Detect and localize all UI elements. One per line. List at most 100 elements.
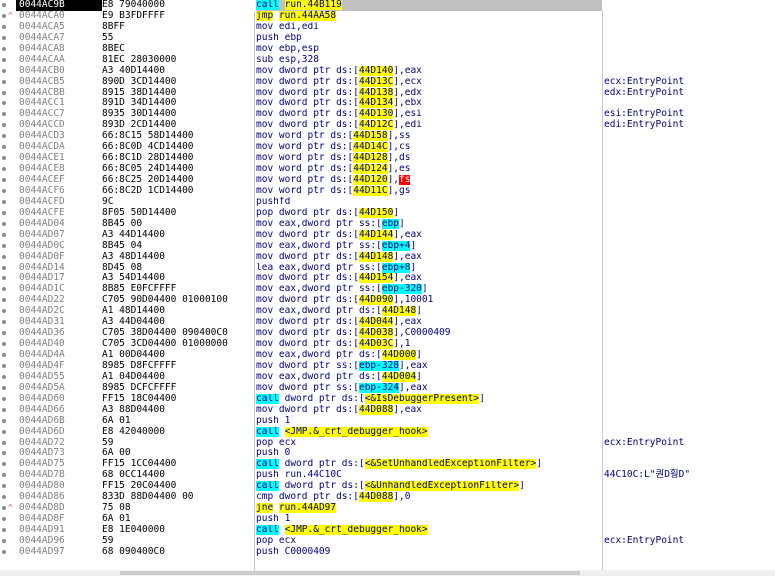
disassembly-cell[interactable]: mov edi,edi [256,22,602,33]
disassembly-cell[interactable]: mov dword ptr ds:[44D144],eax [256,229,602,241]
instruction-row[interactable]: 0044ACD3 66:8C15 58D14400 mov word ptr ds:… [0,130,775,143]
operand-highlight[interactable]: 44D134 [358,98,394,109]
breakpoint-gutter[interactable] [0,284,16,296]
horizontal-scrollbar[interactable] [0,570,775,576]
breakpoint-gutter[interactable] [0,339,16,350]
instruction-row[interactable]: 0044ACFE 8F05 50D14400 pop dword ptr ds:[4… [0,207,775,219]
disassembly-cell[interactable]: call dword ptr ds:[<&UnhandledExceptionF… [256,481,602,492]
breakpoint-gutter[interactable] [0,54,16,66]
instruction-row[interactable]: 0044AD1C 8B85 E0FCFFFF mov eax,dword ptr s… [0,283,775,296]
breakpoint-gutter[interactable] [0,350,16,361]
disassembly-cell[interactable]: push 0 [256,448,602,459]
operand-highlight[interactable]: 44D13C [358,76,394,87]
breakpoint-gutter[interactable] [0,142,16,154]
instruction-row[interactable]: 0044AD72 59 pop ecx ecx:EntryPoint [0,437,775,449]
instruction-row[interactable]: 0044AD2C A1 48D14400 mov eax,dword ptr ds:… [0,305,775,318]
disassembly-cell[interactable]: mov dword ptr ds:[44D03C],1 [256,339,602,350]
operand-target[interactable]: run.44B119 [284,0,342,10]
instruction-row[interactable]: 0044AD0C 8B45 04 mov eax,dword ptr ss:[ebp… [0,240,775,252]
breakpoint-gutter[interactable] [0,109,16,121]
instruction-row[interactable]: 0044ACAA 81EC 28030000 sub esp,328 [0,54,775,66]
operand-highlight[interactable]: 44D138 [358,87,394,98]
operand-highlight[interactable]: 44D088 [358,492,394,503]
instruction-row[interactable]: 0044AD40 C705 3CD04400 01000000 mov dword … [0,338,775,350]
breakpoint-gutter[interactable] [0,295,16,307]
instruction-row[interactable]: 0044ACA8 8BEC mov ebp,esp [0,43,775,55]
instruction-row[interactable]: 0044ACB5 890D 3CD14400 mov dword ptr ds:[4… [0,76,775,88]
breakpoint-gutter[interactable]: ^ [0,10,16,22]
operand-highlight[interactable]: 44D124 [353,164,388,175]
address-cell[interactable]: 0044AD6D [16,426,102,438]
breakpoint-gutter[interactable] [0,229,16,241]
instruction-row[interactable]: 0044AD6D E8 42040000 call <JMP.&_crt_debug… [0,426,775,438]
disassembly-cell[interactable]: mov dword ptr ds:[44D044],eax [256,317,602,328]
breakpoint-gutter[interactable] [0,360,16,372]
disassembly-cell[interactable]: cmp dword ptr ds:[44D088],0 [256,492,602,503]
breakpoint-gutter[interactable] [0,21,16,33]
breakpoint-gutter[interactable] [0,382,16,394]
breakpoint-gutter[interactable] [0,535,16,547]
disassembly-cell[interactable]: call run.44B119 [256,0,602,11]
breakpoint-gutter[interactable] [0,317,16,329]
operand-highlight[interactable]: 44D120 [353,175,388,185]
instruction-row[interactable]: 0044AD4A A1 00D04400 mov eax,dword ptr ds:… [0,349,775,361]
breakpoint-gutter[interactable] [0,131,16,143]
operand-highlight[interactable]: ebp-328 [358,360,400,371]
operand-highlight[interactable]: ebp+8 [381,262,411,273]
operand-highlight[interactable]: ebp-324 [358,382,400,393]
disassembly-cell[interactable]: mov word ptr ds:[44D158],ss [256,131,602,142]
breakpoint-gutter[interactable] [0,393,16,405]
operand-highlight[interactable]: 44D150 [358,207,394,218]
breakpoint-gutter[interactable] [0,514,16,525]
disassembly-cell[interactable]: lea eax,dword ptr ss:[ebp+8] [256,262,602,274]
address-cell[interactable]: 0044AD6B [16,415,102,427]
breakpoint-gutter[interactable] [0,448,16,460]
disassembly-cell[interactable]: push 1 [256,514,602,525]
breakpoint-gutter[interactable] [0,415,16,427]
breakpoint-gutter[interactable] [0,273,16,285]
disassembly-cell[interactable]: mov dword ptr ds:[44D154],eax [256,273,602,284]
operand-highlight[interactable]: 44D000 [381,350,417,360]
operand-highlight[interactable]: ebp+4 [381,240,411,251]
operand-highlight[interactable]: <&SetUnhandledExceptionFilter> [364,459,537,470]
instruction-row[interactable]: 0044ACE8 66:8C05 24D14400 mov word ptr ds:… [0,163,775,175]
operand-highlight[interactable]: 44D148 [381,306,417,317]
disassembly-cell[interactable]: mov dword ptr ds:[44D134],ebx [256,98,602,109]
disassembly-cell[interactable]: pushfd [256,197,602,208]
breakpoint-gutter[interactable] [0,164,16,175]
address-cell[interactable]: 0044AD66 [16,404,102,416]
breakpoint-gutter[interactable] [0,185,16,197]
disassembly-cell[interactable]: call dword ptr ds:[<&SetUnhandledExcepti… [256,459,602,470]
disassembly-cell[interactable]: mov dword ptr ds:[44D138],edx [256,87,602,99]
instruction-row[interactable]: 0044ACE1 66:8C1D 28D14400 mov word ptr ds:… [0,152,775,165]
operand-highlight[interactable]: 44D088 [358,404,394,415]
operand-highlight[interactable]: 44D154 [358,273,394,284]
breakpoint-gutter[interactable] [0,262,16,274]
disassembly-cell[interactable]: push ebp [256,33,602,44]
instruction-row[interactable]: ^ 0044AD8D 75 08 jne run.44AD97 [0,502,775,515]
instruction-row[interactable]: 0044ACFD 9C pushfd [0,196,775,208]
disassembly-cell[interactable]: jne run.44AD97 [256,503,602,514]
disassembly-cell[interactable]: pop ecx [256,536,602,547]
disassembly-cell[interactable]: mov dword ptr ds:[44D038],C0000409 [256,328,602,339]
address-cell[interactable]: 0044ACB5 [16,76,102,88]
address-cell[interactable]: 0044ACAA [16,54,102,66]
scrollbar-thumb[interactable] [120,571,580,575]
breakpoint-gutter[interactable] [0,76,16,88]
operand-highlight[interactable]: 44D044 [358,317,394,328]
instruction-row[interactable]: 0044AD7B 68 0CC14400 push run.44C10C 44C10C… [0,469,775,482]
disassembly-cell[interactable]: jmp run.44AA58 [256,10,602,22]
disassembly-cell[interactable]: mov eax,dword ptr ss:[ebp-320] [256,284,602,295]
operand-highlight[interactable]: 44D090 [358,295,394,306]
operand-highlight[interactable]: 44D140 [358,65,394,76]
instruction-row[interactable]: 0044ACF6 66:8C2D 1CD14400 mov word ptr ds:… [0,185,775,197]
operand-highlight[interactable]: <JMP.&_crt_debugger_hook> [284,525,428,535]
disassembly-cell[interactable]: mov word ptr ds:[44D128],ds [256,153,602,164]
operand-highlight[interactable]: fs [399,175,411,185]
breakpoint-gutter[interactable] [0,371,16,383]
instruction-row[interactable]: 0044ACEF 66:8C25 20D14400 mov word ptr ds:… [0,174,775,186]
disassembly-cell[interactable]: mov ebp,esp [256,44,602,55]
instruction-row[interactable]: 0044AD0F A3 48D14400 mov dword ptr ds:[44D… [0,251,775,263]
disassembly-cell[interactable]: mov eax,dword ptr ds:[44D148] [256,306,602,317]
breakpoint-gutter[interactable] [0,32,16,44]
